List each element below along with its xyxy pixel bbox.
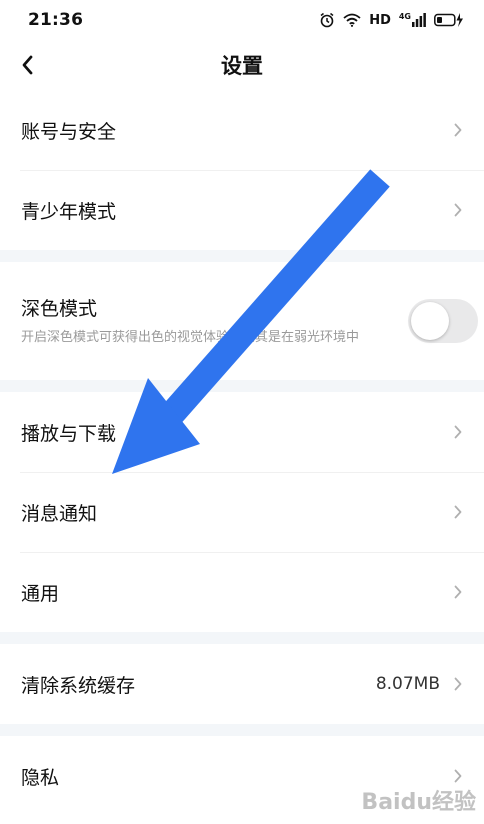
chevron-right-icon — [454, 769, 462, 783]
chevron-right-icon — [454, 505, 462, 519]
settings-item-label: 消息通知 — [21, 502, 98, 525]
settings-item-label: 清除系统缓存 — [21, 674, 136, 697]
status-bar: 21:36 HD 4G — [0, 0, 484, 40]
signal-group: 4G — [399, 13, 426, 27]
watermark-logo: Baidu经验 — [361, 790, 476, 815]
signal-icon — [412, 13, 426, 27]
group-divider — [0, 380, 484, 392]
wifi-icon — [343, 13, 361, 27]
cache-size-value: 8.07MB — [375, 674, 440, 694]
settings-item-notifications[interactable]: 消息通知 — [0, 472, 484, 552]
back-button[interactable] — [12, 48, 42, 82]
settings-item-label: 播放与下载 — [21, 422, 117, 445]
settings-item-clear-cache[interactable]: 清除系统缓存 8.07MB — [0, 644, 484, 724]
network-type-label: 4G — [398, 12, 411, 21]
settings-group-general: 播放与下载 消息通知 通用 — [0, 392, 484, 632]
settings-group-account: 账号与安全 青少年模式 — [0, 90, 484, 250]
battery-charging-icon — [434, 13, 463, 27]
settings-item-label: 深色模式 — [21, 297, 98, 320]
settings-list: 账号与安全 青少年模式 深色模式 开启深色模式可获得出色的视觉体验，尤其是在弱光… — [0, 90, 484, 816]
alarm-icon — [320, 12, 334, 28]
page-title: 设置 — [221, 54, 263, 78]
chevron-left-icon — [22, 55, 33, 75]
chevron-right-icon — [454, 677, 462, 691]
hd-label: HD — [369, 12, 391, 28]
settings-item-general[interactable]: 通用 — [0, 552, 484, 632]
group-divider — [0, 632, 484, 644]
status-icons: HD 4G — [319, 12, 464, 28]
dark-mode-toggle[interactable] — [408, 299, 478, 343]
settings-item-account-security[interactable]: 账号与安全 — [0, 90, 484, 170]
chevron-right-icon — [454, 425, 462, 439]
settings-item-label: 账号与安全 — [21, 120, 117, 143]
group-divider — [0, 724, 484, 736]
settings-item-dark-mode: 深色模式 开启深色模式可获得出色的视觉体验，尤其是在弱光环境中 — [0, 262, 484, 380]
settings-item-label: 通用 — [21, 582, 60, 605]
chevron-right-icon — [454, 123, 462, 137]
header: 设置 — [0, 40, 484, 90]
status-time: 21:36 — [28, 10, 84, 30]
chevron-right-icon — [454, 585, 462, 599]
settings-item-label: 青少年模式 — [21, 200, 117, 223]
settings-group-display: 深色模式 开启深色模式可获得出色的视觉体验，尤其是在弱光环境中 — [0, 262, 484, 380]
chevron-right-icon — [454, 203, 462, 217]
toggle-knob — [411, 302, 449, 340]
dark-mode-description: 开启深色模式可获得出色的视觉体验，尤其是在弱光环境中 — [21, 329, 360, 345]
settings-item-teen-mode[interactable]: 青少年模式 — [0, 170, 484, 250]
group-divider — [0, 250, 484, 262]
settings-item-playback-download[interactable]: 播放与下载 — [0, 392, 484, 472]
dark-mode-text: 深色模式 开启深色模式可获得出色的视觉体验，尤其是在弱光环境中 — [21, 294, 408, 349]
settings-group-cache: 清除系统缓存 8.07MB — [0, 644, 484, 724]
